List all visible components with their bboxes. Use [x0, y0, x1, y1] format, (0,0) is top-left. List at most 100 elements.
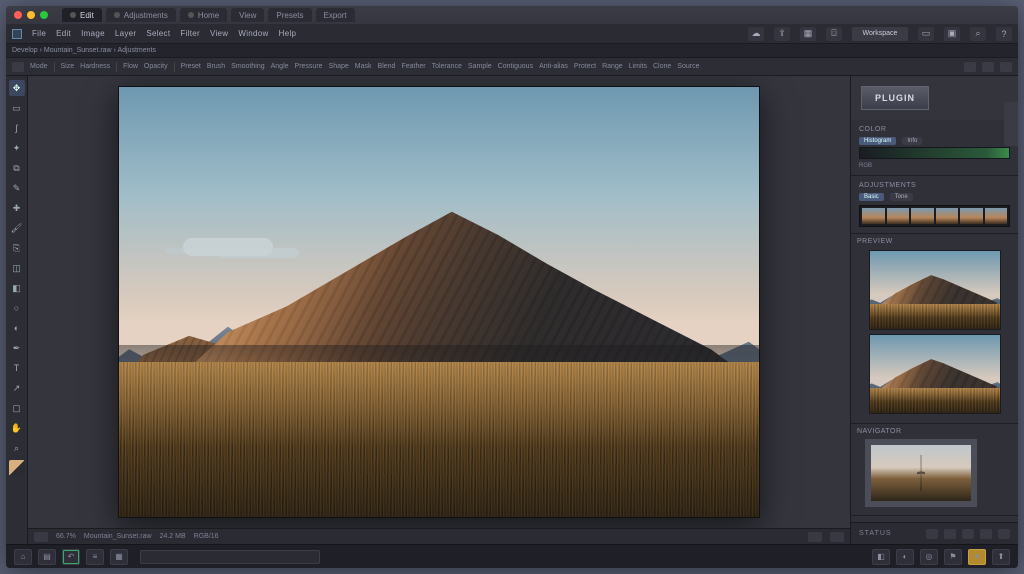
shape-tool[interactable]: ▢ [9, 400, 25, 416]
opt-aa[interactable]: Anti-alias [539, 63, 568, 70]
filmstrip-frame[interactable] [936, 208, 959, 224]
opt-mask[interactable]: Mask [355, 63, 372, 70]
opt-opacity[interactable]: Opacity [144, 63, 168, 70]
opt-flow[interactable]: Flow [123, 63, 138, 70]
menu-window[interactable]: Window [238, 29, 268, 38]
tab-adjustments[interactable]: Adjustments [106, 8, 176, 22]
bb-history-icon[interactable]: ≡ [86, 549, 104, 565]
menu-edit[interactable]: Edit [56, 29, 71, 38]
camera-icon[interactable]: ⌼ [826, 27, 842, 41]
footer-trash-icon[interactable] [998, 529, 1010, 539]
tab-presets[interactable]: Presets [268, 8, 311, 22]
status-icon-1[interactable] [34, 532, 48, 542]
opt-clone[interactable]: Clone [653, 63, 671, 70]
opt-pressure[interactable]: Pressure [295, 63, 323, 70]
opt-brush[interactable]: Brush [207, 63, 225, 70]
opt-protect[interactable]: Protect [574, 63, 596, 70]
filmstrip-frame[interactable] [960, 208, 983, 224]
bb-before-after-icon[interactable]: ◧ [872, 549, 890, 565]
color-swatch[interactable] [9, 460, 25, 476]
opt-range[interactable]: Range [602, 63, 623, 70]
preview-thumbnail-2[interactable] [870, 335, 1000, 413]
preset-filmstrip[interactable] [859, 205, 1010, 227]
grid-icon[interactable]: ▦ [800, 27, 816, 41]
share-icon[interactable]: ⇪ [774, 27, 790, 41]
opt-size[interactable]: Size [61, 63, 75, 70]
preview-thumbnail-1[interactable] [870, 251, 1000, 329]
minimize-button[interactable] [27, 11, 35, 19]
current-tool-icon[interactable] [12, 62, 24, 72]
cloud-icon[interactable]: ☁ [748, 27, 764, 41]
opt-feather[interactable]: Feather [401, 63, 425, 70]
bb-softproof-icon[interactable]: ◐ [896, 549, 914, 565]
bb-layers-icon[interactable]: ▤ [38, 549, 56, 565]
help-icon[interactable]: ? [996, 27, 1012, 41]
canvas-viewport[interactable] [28, 76, 850, 528]
opt-angle[interactable]: Angle [271, 63, 289, 70]
workspace-button[interactable]: Workspace [852, 27, 908, 41]
eraser-tool[interactable]: ◫ [9, 260, 25, 276]
crop-tool[interactable]: ⧉ [9, 160, 25, 176]
opt-extra2-icon[interactable] [982, 62, 994, 72]
maximize-button[interactable] [40, 11, 48, 19]
status-icon-3[interactable] [830, 532, 844, 542]
opt-mode[interactable]: Mode [30, 63, 48, 70]
blur-tool[interactable]: ○ [9, 300, 25, 316]
breadcrumb[interactable]: Develop › Mountain_Sunset.raw › Adjustme… [12, 47, 156, 54]
opt-blend[interactable]: Blend [378, 63, 396, 70]
menu-file[interactable]: File [32, 29, 46, 38]
filmstrip-frame[interactable] [911, 208, 934, 224]
bb-assets-icon[interactable]: ▦ [110, 549, 128, 565]
navigator-thumbnail[interactable] [865, 439, 977, 507]
opt-sample[interactable]: Sample [468, 63, 492, 70]
hist-tab-histogram[interactable]: Histogram [859, 137, 896, 145]
opt-menu-icon[interactable] [1000, 62, 1012, 72]
tab-view[interactable]: View [231, 8, 264, 22]
plugin-badge[interactable]: PLUGIN [861, 86, 929, 110]
opt-smoothing[interactable]: Smoothing [231, 63, 264, 70]
search-icon[interactable]: ⌕ [970, 27, 986, 41]
opt-source[interactable]: Source [677, 63, 699, 70]
brush-tool[interactable]: 🖌 [9, 220, 25, 236]
status-icon-2[interactable] [808, 532, 822, 542]
histogram-display[interactable] [859, 147, 1010, 159]
bb-search-input[interactable] [140, 550, 320, 564]
footer-icon-2[interactable] [944, 529, 956, 539]
menu-filter[interactable]: Filter [180, 29, 200, 38]
tab-edit[interactable]: Edit [62, 8, 102, 22]
opt-preset[interactable]: Preset [181, 63, 201, 70]
opt-tol[interactable]: Tolerance [432, 63, 462, 70]
filmstrip-frame[interactable] [985, 208, 1008, 224]
footer-icon-1[interactable] [926, 529, 938, 539]
bb-home-icon[interactable]: ⌂ [14, 549, 32, 565]
pen-tool[interactable]: ✒ [9, 340, 25, 356]
adjust-tab-basic[interactable]: Basic [859, 193, 884, 201]
opt-hard[interactable]: Hardness [80, 63, 110, 70]
marquee-tool[interactable]: ▭ [9, 100, 25, 116]
move-tool[interactable]: ✥ [9, 80, 25, 96]
heal-tool[interactable]: ✚ [9, 200, 25, 216]
footer-icon-4[interactable] [980, 529, 992, 539]
status-zoom[interactable]: 66.7% [56, 533, 76, 540]
opt-limits[interactable]: Limits [629, 63, 647, 70]
eyedropper-tool[interactable]: ✎ [9, 180, 25, 196]
adjust-tab-tone[interactable]: Tone [890, 193, 913, 201]
menu-view[interactable]: View [210, 29, 228, 38]
clone-tool[interactable]: ⎘ [9, 240, 25, 256]
text-tool[interactable]: T [9, 360, 25, 376]
opt-extra1-icon[interactable] [964, 62, 976, 72]
menu-layer[interactable]: Layer [115, 29, 137, 38]
lasso-tool[interactable]: ʃ [9, 120, 25, 136]
gradient-tool[interactable]: ◧ [9, 280, 25, 296]
close-button[interactable] [14, 11, 22, 19]
filmstrip-frame[interactable] [887, 208, 910, 224]
menu-image[interactable]: Image [81, 29, 105, 38]
hand-tool[interactable]: ✋ [9, 420, 25, 436]
opt-contig[interactable]: Contiguous [498, 63, 533, 70]
opt-shape[interactable]: Shape [329, 63, 349, 70]
tab-export[interactable]: Export [316, 8, 355, 22]
bb-star-icon[interactable]: ★ [968, 549, 986, 565]
bb-undo-icon[interactable]: ↶ [62, 549, 80, 565]
collapsed-panel-tab[interactable] [1004, 102, 1018, 146]
footer-icon-3[interactable] [962, 529, 974, 539]
